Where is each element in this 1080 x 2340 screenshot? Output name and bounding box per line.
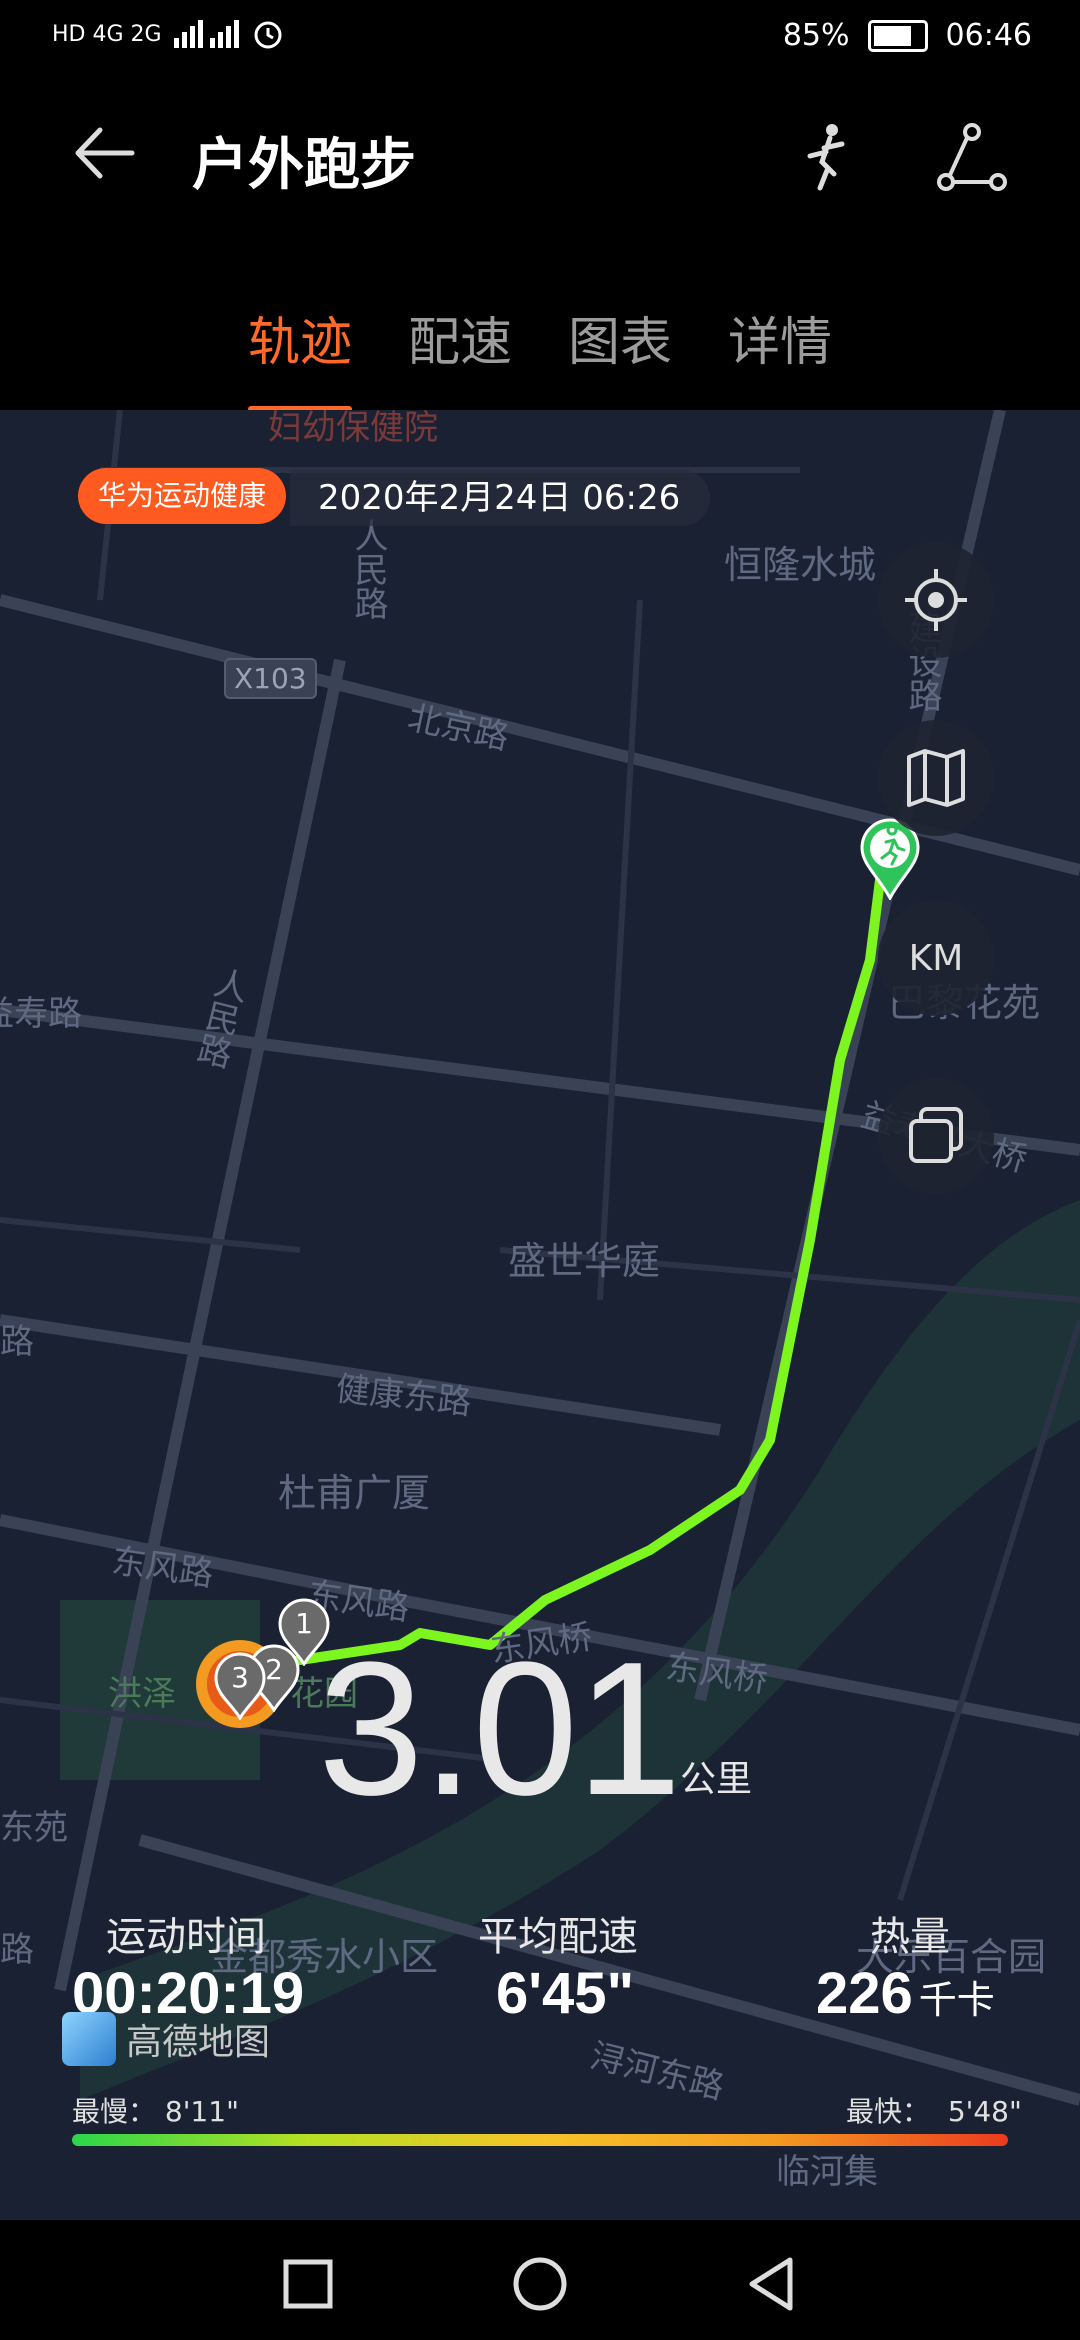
split-marker-label: 1 — [295, 1607, 313, 1640]
tab-pace[interactable]: 配速 — [408, 290, 512, 400]
calories-unit: 千卡 — [918, 1980, 995, 2022]
map-label: 人民路 — [348, 518, 388, 620]
crosshair-icon — [905, 569, 967, 631]
route-share-icon[interactable] — [936, 122, 1008, 192]
map-label: 临河集 — [776, 2152, 878, 2192]
back-arrow-icon[interactable] — [70, 118, 140, 188]
status-bar: HD 4G 2G 85% 06:46 — [0, 0, 1080, 72]
road-number-label: X103 — [224, 658, 317, 699]
fastest-value: 5'48" — [947, 2095, 1022, 2128]
pace-label: 平均配速 — [478, 1914, 638, 1960]
tab-bar: 轨迹 配速 图表 详情 — [0, 290, 1080, 412]
map-label: 盛世华庭 — [508, 1239, 661, 1283]
fastest-label: 最快： — [846, 2095, 931, 2128]
map-provider-logo: 高德地图 — [62, 2012, 270, 2066]
map-label: 东苑 — [0, 1808, 68, 1848]
km-toggle-button[interactable]: KM — [878, 900, 994, 1016]
distance-unit: 公里 — [680, 1759, 753, 1800]
split-marker-label: 3 — [231, 1661, 249, 1694]
source-badge: 华为运动健康 — [78, 468, 287, 524]
map-label: 益寿路 — [0, 994, 82, 1034]
map-label: 路 — [0, 1930, 34, 1970]
page-title: 户外跑步 — [192, 133, 416, 198]
amap-logo-icon — [62, 2012, 116, 2066]
slowest-value: 8'11" — [164, 2095, 239, 2128]
map-type-button[interactable] — [878, 720, 994, 836]
map-label: 恒隆水城 — [724, 543, 877, 587]
split-marker-3: 3 — [214, 1652, 266, 1720]
system-nav-bar — [0, 2220, 1080, 2340]
pace-gradient-bar — [72, 2134, 1008, 2146]
status-right: 85% 06:46 — [783, 18, 1032, 53]
battery-percent: 85% — [782, 18, 850, 53]
tab-chart[interactable]: 图表 — [568, 290, 672, 400]
calories-value: 226 — [816, 1961, 913, 2026]
duration-label: 运动时间 — [106, 1914, 266, 1960]
calories-label: 热量 — [870, 1914, 950, 1960]
tab-details[interactable]: 详情 — [728, 290, 832, 400]
runner-icon[interactable] — [792, 122, 862, 192]
slowest-pace: 最慢： 8'11" — [72, 2090, 239, 2130]
map-label: 妇幼保健院 — [268, 410, 438, 448]
network-indicators: HD 4G 2G — [52, 18, 284, 50]
map-icon — [907, 749, 965, 807]
map-label: 杜甫广厦 — [278, 1471, 431, 1515]
workout-date: 2020年2月24日 06:26 — [290, 470, 711, 526]
map-label: 路 — [0, 1322, 34, 1362]
layers-icon — [909, 1107, 963, 1163]
fastest-pace: 最快： 5'48" — [846, 2090, 1022, 2130]
distance-value: 3.01 — [318, 1623, 682, 1835]
battery-icon — [867, 19, 928, 52]
clock: 06:46 — [945, 18, 1032, 53]
app-header: 户外跑步 — [0, 90, 1080, 230]
pace-value: 6'45" — [496, 1961, 635, 2026]
map-label: 洪泽 — [108, 1674, 176, 1714]
tab-track[interactable]: 轨迹 — [247, 290, 353, 412]
map-provider-name: 高德地图 — [126, 2022, 271, 2063]
network-status: HD 4G 2G — [52, 21, 162, 47]
signal-icon — [173, 20, 239, 48]
layers-button[interactable] — [878, 1078, 994, 1194]
back-nav-icon[interactable] — [742, 2254, 802, 2314]
locate-button[interactable] — [878, 542, 994, 658]
calories-stat: 226 千卡 — [816, 1960, 995, 2027]
home-icon[interactable] — [510, 2254, 570, 2314]
recents-icon[interactable] — [278, 2254, 338, 2314]
slowest-label: 最慢： — [72, 2095, 157, 2128]
alarm-icon — [254, 21, 282, 49]
